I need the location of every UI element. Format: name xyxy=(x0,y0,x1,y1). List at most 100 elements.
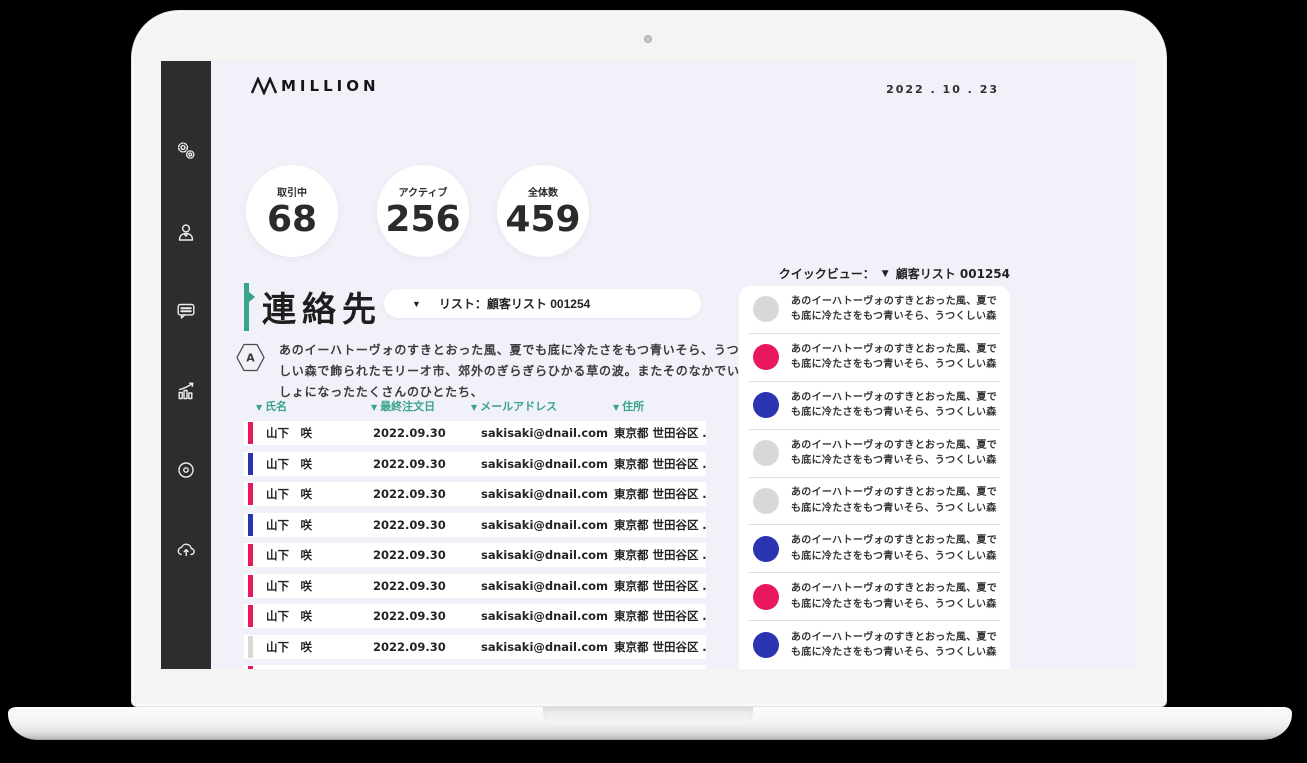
gears-icon xyxy=(177,142,195,159)
quickview-selector[interactable]: クイックビュー： ▼ 顧客リスト 001254 xyxy=(739,265,1010,282)
quickview-item[interactable]: あのイーハトーヴォのすきとおった風、夏でも底に冷たさをもつ青いそら、うつくしい森… xyxy=(749,430,1000,478)
note-text: あのイーハトーヴォのすきとおった風、夏でも底に冷たさをもつ青いそら、うつくしい森… xyxy=(279,343,753,399)
quickview-item-text: あのイーハトーヴォのすきとおった風、夏でも底に冷たさをもつ青いそら、うつくしい森… xyxy=(791,439,998,467)
laptop-notch xyxy=(543,707,753,725)
svg-text:A: A xyxy=(246,352,255,365)
stat-circle: 取引中 68 xyxy=(246,165,338,257)
row-accent-bar xyxy=(248,666,253,669)
chevron-down-icon: ▼ xyxy=(412,298,421,309)
person-icon xyxy=(178,224,194,241)
section-accent-bar xyxy=(244,283,255,331)
cell-date: 2022.09.30 xyxy=(373,456,446,471)
table-row[interactable]: 山下 咲 2022.09.30 sakisaki@dnail.com 東京都 世… xyxy=(244,665,706,669)
cell-email: sakisaki@dnail.com xyxy=(481,517,609,532)
laptop-lid: MILLION 2022 . 10 . 23 取引中 68 アクティブ 256 xyxy=(131,10,1167,707)
stat-value: 459 xyxy=(505,198,581,240)
table-row[interactable]: 山下 咲 2022.09.30 sakisaki@dnail.com 東京都 世… xyxy=(244,543,706,567)
logo-zigzag-icon xyxy=(251,77,277,95)
app-window: MILLION 2022 . 10 . 23 取引中 68 アクティブ 256 xyxy=(161,61,1136,669)
table-row[interactable]: 山下 咲 2022.09.30 sakisaki@dnail.com 東京都 世… xyxy=(244,421,706,445)
list-select-dropdown[interactable]: ▼ リスト：顧客リスト 001254 xyxy=(384,289,701,318)
status-dot xyxy=(753,632,779,659)
cell-address: 東京都 世田谷区 … xyxy=(614,426,706,440)
sidebar-item-messages[interactable] xyxy=(175,300,197,322)
cell-address: 東京都 世田谷区 … xyxy=(614,456,706,471)
quickview-item-text: あのイーハトーヴォのすきとおった風、夏でも底に冷たさをもつ青いそら、うつくしい森… xyxy=(791,631,998,659)
row-accent-bar xyxy=(248,422,253,444)
stat-value: 68 xyxy=(266,198,318,240)
status-dot xyxy=(753,344,779,371)
sidebar-item-settings[interactable] xyxy=(175,140,197,162)
sidebar-item-cloud[interactable] xyxy=(175,538,197,560)
quickview-item[interactable]: あのイーハトーヴォのすきとおった風、夏でも底に冷たさをもつ青いそら、うつくしい森… xyxy=(749,478,1000,526)
row-accent-bar xyxy=(248,544,253,566)
cell-name: 山下 咲 xyxy=(266,548,312,562)
quickview-item[interactable]: あのイーハトーヴォのすきとおった風、夏でも底に冷たさをもつ青いそら、うつくしい森… xyxy=(749,525,1000,574)
sidebar-item-contacts[interactable] xyxy=(175,221,197,243)
cell-date: 2022.09.30 xyxy=(373,426,446,440)
column-header[interactable]: ▼ 住所 xyxy=(613,398,706,414)
column-header[interactable]: ▼ 氏名 xyxy=(256,398,371,414)
cell-name: 山下 咲 xyxy=(266,578,312,593)
quickview-panel: あのイーハトーヴォのすきとおった風、夏でも底に冷たさをもつ青いそら、うつくしい森… xyxy=(739,286,1010,669)
status-dot xyxy=(753,392,779,419)
cell-email: sakisaki@dnail.com xyxy=(481,426,609,440)
quickview-item-text: あのイーハトーヴォのすきとおった風、夏でも底に冷たさをもつ青いそら、うつくしい森… xyxy=(791,295,998,323)
stat-label: 全体数 xyxy=(528,187,558,199)
table-row[interactable]: 山下 咲 2022.09.30 sakisaki@dnail.com 東京都 世… xyxy=(244,634,706,659)
quickview-item[interactable]: あのイーハトーヴォのすきとおった風、夏でも底に冷たさをもつ青いそら、うつくしい森… xyxy=(749,286,1000,334)
cell-name: 山下 咲 xyxy=(266,609,312,623)
table-row[interactable]: 山下 咲 2022.09.30 sakisaki@dnail.com 東京都 世… xyxy=(244,512,706,537)
quickview-item-text: あのイーハトーヴォのすきとおった風、夏でも底に冷たさをもつ青いそら、うつくしい森… xyxy=(791,535,998,562)
column-header[interactable]: ▼ 最終注文日 xyxy=(371,398,471,414)
stat-value: 256 xyxy=(385,198,461,240)
status-dot xyxy=(753,487,779,514)
note-badge: A xyxy=(235,342,266,377)
cell-name: 山下 咲 xyxy=(266,487,312,501)
quickview-item[interactable]: あのイーハトーヴォのすきとおった風、夏でも底に冷たさをもつ青いそら、うつくしい森… xyxy=(749,382,1000,430)
cell-date: 2022.09.30 xyxy=(373,609,446,623)
chat-icon xyxy=(177,303,195,319)
sidebar-item-analytics[interactable] xyxy=(175,380,197,402)
quickview-item[interactable]: あのイーハトーヴォのすきとおった風、夏でも底に冷たさをもつ青いそら、うつくしい森… xyxy=(749,573,1000,622)
stat-label: 取引中 xyxy=(277,187,307,199)
row-accent-bar xyxy=(248,452,253,475)
table-row[interactable]: 山下 咲 2022.09.30 sakisaki@dnail.com 東京都 世… xyxy=(244,604,706,628)
cell-address: 東京都 世田谷区 … xyxy=(614,578,706,593)
kpi-stats: 取引中 68 アクティブ 256 全体数 459 xyxy=(246,165,589,257)
cell-email: sakisaki@dnail.com xyxy=(481,548,609,562)
quickview-item-text: あのイーハトーヴォのすきとおった風、夏でも底に冷たさをもつ青いそら、うつくしい森… xyxy=(791,391,998,419)
quickview-value: 顧客リスト 001254 xyxy=(895,267,1010,281)
cell-address: 東京都 世田谷区 … xyxy=(614,487,706,501)
table-row[interactable]: 山下 咲 2022.09.30 sakisaki@dnail.com 東京都 世… xyxy=(244,573,706,598)
cloud-upload-icon xyxy=(177,543,195,557)
cell-address: 東京都 世田谷区 … xyxy=(614,639,706,654)
cell-email: sakisaki@dnail.com xyxy=(481,456,609,471)
sidebar xyxy=(161,61,211,669)
quickview-label: クイックビュー： xyxy=(778,267,875,281)
table-row[interactable]: 山下 咲 2022.09.30 sakisaki@dnail.com 東京都 世… xyxy=(244,482,706,506)
column-header[interactable]: ▼ メールアドレス xyxy=(471,398,613,414)
row-accent-bar xyxy=(248,483,253,505)
status-dot xyxy=(753,440,779,467)
sort-caret-icon: ▼ xyxy=(256,403,263,412)
row-accent-bar xyxy=(248,513,253,536)
header-date: 2022 . 10 . 23 xyxy=(886,83,999,96)
target-icon xyxy=(178,462,194,478)
cell-name: 山下 咲 xyxy=(266,517,312,532)
table-row[interactable]: 山下 咲 2022.09.30 sakisaki@dnail.com 東京都 世… xyxy=(244,451,706,476)
quickview-item[interactable]: あのイーハトーヴォのすきとおった風、夏でも底に冷たさをもつ青いそら、うつくしい森… xyxy=(749,334,1000,382)
cell-address: 東京都 世田谷区 … xyxy=(614,609,706,623)
stat-label: アクティブ xyxy=(398,187,448,199)
cell-name: 山下 咲 xyxy=(266,426,312,440)
stat-circle: 全体数 459 xyxy=(497,165,589,257)
cell-email: sakisaki@dnail.com xyxy=(481,487,609,501)
sort-caret-icon: ▼ xyxy=(613,403,620,412)
webcam-dot xyxy=(644,35,652,43)
list-select-value: リスト：顧客リスト 001254 xyxy=(438,297,591,311)
sidebar-item-records[interactable] xyxy=(175,459,197,481)
cell-address: 東京都 世田谷区 … xyxy=(614,517,706,532)
analytics-icon xyxy=(178,382,194,400)
cell-date: 2022.09.30 xyxy=(373,639,446,654)
quickview-item[interactable]: あのイーハトーヴォのすきとおった風、夏でも底に冷たさをもつ青いそら、うつくしい森… xyxy=(749,621,1000,669)
